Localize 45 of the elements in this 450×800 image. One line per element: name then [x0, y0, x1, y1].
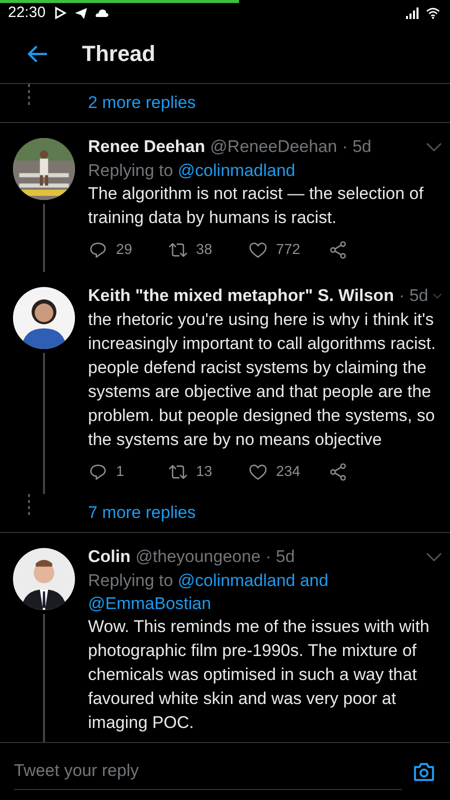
mention-link[interactable]: @colinmadland and	[178, 571, 328, 590]
chevron-down-icon[interactable]	[433, 291, 442, 301]
tweet-text: Wow. This reminds me of the issues with with photographic film pre-1990s. The mixture of chemicals was optimised in such a way that favoured white skin and was very poor at imaging POC.	[88, 616, 430, 734]
share-button[interactable]	[328, 240, 348, 260]
page-title: Thread	[82, 41, 156, 67]
tweet-time: · 5d	[398, 285, 428, 307]
reply-input[interactable]: Tweet your reply	[14, 753, 402, 790]
tweet-time: · 5d	[266, 546, 295, 568]
heart-icon	[248, 462, 268, 482]
replying-to-text: Replying to @colinmadland and @EmmaBostian	[88, 570, 330, 615]
share-button[interactable]	[328, 462, 348, 482]
reply-icon	[88, 240, 108, 260]
chevron-down-icon[interactable]	[426, 552, 442, 562]
retweet-icon	[168, 462, 188, 482]
retweet-icon	[168, 240, 188, 260]
more-replies-link[interactable]: 2 more replies	[88, 84, 196, 122]
share-icon	[328, 462, 348, 482]
mention-link[interactable]: @EmmaBostian	[88, 594, 212, 613]
like-button[interactable]: 234	[248, 462, 328, 482]
retweet-button[interactable]: 38	[168, 240, 248, 260]
wifi-icon	[426, 6, 440, 20]
paper-plane-icon	[74, 6, 88, 20]
like-button[interactable]: 772	[248, 240, 328, 260]
tweet-time: · 5d	[342, 136, 372, 158]
chevron-down-icon[interactable]	[426, 142, 442, 152]
author-name[interactable]: Colin	[88, 545, 130, 569]
author-handle: @ReneeDeehan	[210, 136, 338, 158]
status-time: 22:30	[8, 4, 46, 21]
author-name[interactable]: Renee Deehan	[88, 135, 206, 159]
reply-icon	[88, 462, 108, 482]
tweet-text: The algorithm is not racist — the selection of training data by humans is racist.	[88, 183, 424, 229]
reply-button[interactable]: 1	[88, 462, 168, 482]
play-icon	[52, 6, 67, 20]
reply-button[interactable]: 29	[88, 240, 168, 260]
author-name[interactable]: Keith "the mixed metaphor" S. Wilson	[88, 284, 394, 308]
share-icon	[328, 240, 348, 260]
author-handle: @theyoungeone	[136, 546, 261, 568]
back-arrow-icon[interactable]	[26, 43, 48, 65]
signal-icon	[405, 6, 419, 20]
more-replies-link[interactable]: 7 more replies	[88, 494, 196, 532]
replying-to-text: Replying to @colinmadland	[88, 160, 296, 182]
retweet-button[interactable]: 13	[168, 462, 248, 482]
tweet-text: the rhetoric you're using here is why i think it's increasingly important to call algorithms racist. people defend racist systems by claiming the systems are objective and that people are the problem. but people designed the systems, so the systems are by no means objective	[88, 309, 437, 451]
heart-icon	[248, 240, 268, 260]
mention-link[interactable]: @colinmadland	[178, 161, 296, 180]
